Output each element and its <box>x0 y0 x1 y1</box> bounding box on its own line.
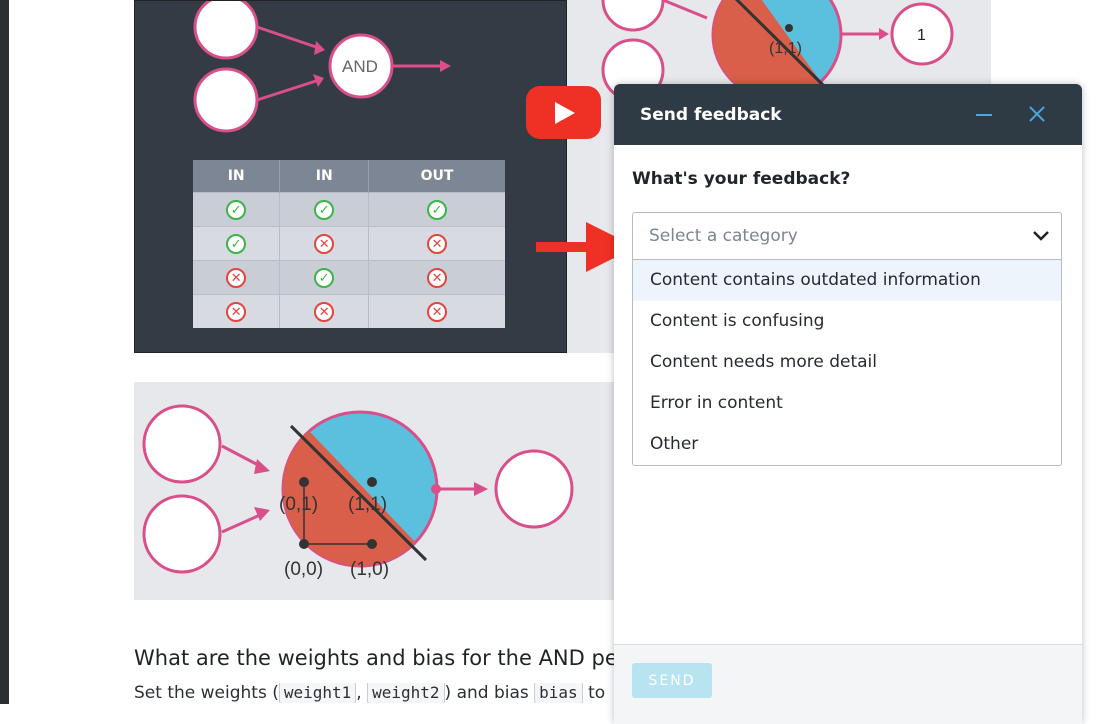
section-heading: What are the weights and bias for the AN… <box>134 646 614 670</box>
point-label-11: (1,1) <box>348 494 387 515</box>
code-bias: bias <box>534 683 583 703</box>
cross-icon: ✕ <box>314 301 335 322</box>
and-gate-diagram: AND <box>193 0 451 133</box>
minimize-icon[interactable] <box>970 100 998 128</box>
youtube-play-button[interactable] <box>526 86 601 139</box>
dialog-header: Send feedback <box>614 84 1082 145</box>
table-row: ✓ ✓ ✓ <box>193 192 505 227</box>
category-select[interactable]: Select a category <box>632 212 1062 260</box>
chevron-down-icon <box>1033 231 1049 241</box>
cross-icon: ✕ <box>226 301 247 322</box>
point-label-00: (0,0) <box>284 559 323 580</box>
body-text-sep: , <box>356 683 368 703</box>
body-text-mid: ) and bias <box>444 683 535 703</box>
feedback-question: What's your feedback? <box>632 169 851 189</box>
body-text-prefix: Set the weights ( <box>134 683 279 703</box>
category-options-list: Content contains outdated information Co… <box>632 260 1062 466</box>
table-row: ✓ ✕ ✕ <box>193 226 505 261</box>
check-icon: ✓ <box>314 199 335 220</box>
dialog-title: Send feedback <box>640 104 782 125</box>
cross-icon: ✕ <box>427 301 448 322</box>
table-row: ✕ ✓ ✕ <box>193 260 505 295</box>
option-needs-more-detail[interactable]: Content needs more detail <box>633 342 1061 383</box>
cross-icon: ✕ <box>427 233 448 254</box>
perceptron-diagram: (0,1) (1,1) (0,0) (1,0) <box>142 404 574 580</box>
table-header: IN <box>193 160 281 193</box>
send-button[interactable]: SEND <box>632 663 712 698</box>
code-weight1: weight1 <box>278 683 357 703</box>
point-label-10: (1,0) <box>350 559 389 580</box>
code-weight2: weight2 <box>367 683 445 703</box>
check-icon: ✓ <box>226 199 247 220</box>
output-label: 1 <box>917 27 926 44</box>
select-placeholder: Select a category <box>649 226 798 246</box>
point-label-top: (1,1) <box>769 40 802 57</box>
check-icon: ✓ <box>226 233 247 254</box>
point-label-01: (0,1) <box>279 494 318 515</box>
body-text-suffix: to <box>582 683 606 703</box>
and-label: AND <box>342 57 378 76</box>
dialog-footer: SEND <box>614 644 1082 724</box>
option-outdated-information[interactable]: Content contains outdated information <box>633 260 1061 301</box>
table-row: ✕ ✕ ✕ <box>193 294 505 328</box>
cross-icon: ✕ <box>314 233 335 254</box>
left-rail <box>0 0 9 704</box>
table-header: IN <box>279 160 370 193</box>
cross-icon: ✕ <box>226 267 247 288</box>
feedback-dialog: Send feedback What's your feedback? Sele… <box>614 84 1082 724</box>
option-other[interactable]: Other <box>633 424 1061 465</box>
table-header: OUT <box>368 160 505 193</box>
perceptron-illustration: (0,1) (1,1) (0,0) (1,0) <box>134 382 614 600</box>
close-icon[interactable] <box>1023 100 1051 128</box>
option-error-in-content[interactable]: Error in content <box>633 383 1061 424</box>
check-icon: ✓ <box>314 267 335 288</box>
option-confusing[interactable]: Content is confusing <box>633 301 1061 342</box>
cross-icon: ✕ <box>427 267 448 288</box>
body-text: Set the weights (weight1, weight2) and b… <box>134 683 614 703</box>
check-icon: ✓ <box>427 199 448 220</box>
truth-table: IN IN OUT ✓ ✓ ✓ ✓ ✕ ✕ ✕ ✓ ✕ ✕ ✕ ✕ <box>193 160 505 328</box>
